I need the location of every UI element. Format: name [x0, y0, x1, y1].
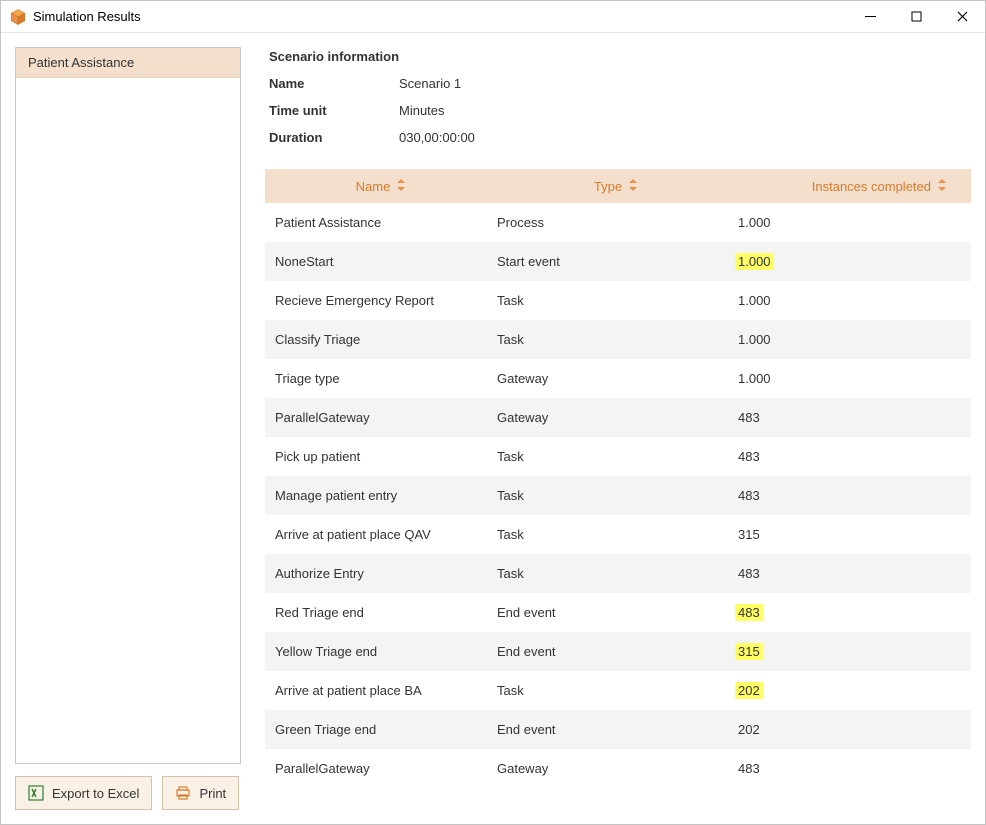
cell-instances: 1.000 [735, 370, 971, 387]
table-row[interactable]: Manage patient entryTask483 [265, 476, 971, 515]
export-label: Export to Excel [52, 786, 139, 801]
table-row[interactable]: NoneStartStart event1.000 [265, 242, 971, 281]
sort-icon [628, 179, 638, 194]
cell-name: NoneStart [265, 254, 497, 269]
cell-instances: 483 [735, 565, 971, 582]
table-row[interactable]: Green Triage endEnd event202 [265, 710, 971, 749]
cell-type: Process [497, 215, 735, 230]
cell-name: Arrive at patient place QAV [265, 527, 497, 542]
cell-instances: 1.000 [735, 253, 971, 270]
cell-type: Task [497, 449, 735, 464]
minimize-button[interactable] [847, 1, 893, 32]
cell-type: End event [497, 644, 735, 659]
cell-name: Recieve Emergency Report [265, 293, 497, 308]
table-row[interactable]: Yellow Triage endEnd event315 [265, 632, 971, 671]
cell-name: Green Triage end [265, 722, 497, 737]
col-type-label: Type [594, 179, 622, 194]
cell-type: Task [497, 293, 735, 308]
cell-instances: 483 [735, 604, 971, 621]
table-row[interactable]: Triage typeGateway1.000 [265, 359, 971, 398]
cell-type: Task [497, 527, 735, 542]
scenario-duration-value: 030,00:00:00 [399, 124, 971, 151]
table-row[interactable]: Classify TriageTask1.000 [265, 320, 971, 359]
cell-name: Pick up patient [265, 449, 497, 464]
scenario-name-value: Scenario 1 [399, 70, 971, 97]
cell-name: Classify Triage [265, 332, 497, 347]
results-grid-header: Name Type Instances completed [265, 169, 971, 203]
cell-instances: 202 [735, 721, 971, 738]
cell-type: End event [497, 605, 735, 620]
cell-instances: 202 [735, 682, 971, 699]
table-row[interactable]: ParallelGatewayGateway483 [265, 749, 971, 788]
cell-type: Task [497, 566, 735, 581]
maximize-button[interactable] [893, 1, 939, 32]
column-header-name[interactable]: Name [265, 179, 497, 194]
scenario-info-table: Name Scenario 1 Time unit Minutes Durati… [269, 70, 971, 151]
scenario-name-label: Name [269, 70, 399, 97]
scenario-info-heading: Scenario information [269, 49, 971, 64]
table-row[interactable]: Patient AssistanceProcess1.000 [265, 203, 971, 242]
table-row[interactable]: Red Triage endEnd event483 [265, 593, 971, 632]
cell-instances: 1.000 [735, 214, 971, 231]
tree-item-selected[interactable]: Patient Assistance [16, 48, 240, 78]
excel-icon [28, 785, 44, 801]
table-row[interactable]: ParallelGatewayGateway483 [265, 398, 971, 437]
cell-type: Gateway [497, 371, 735, 386]
cell-instances: 1.000 [735, 331, 971, 348]
cell-name: Yellow Triage end [265, 644, 497, 659]
cell-instances: 483 [735, 409, 971, 426]
cell-name: Arrive at patient place BA [265, 683, 497, 698]
cell-instances: 1.000 [735, 292, 971, 309]
cell-instances: 483 [735, 760, 971, 777]
cell-instances: 483 [735, 448, 971, 465]
cell-instances: 315 [735, 526, 971, 543]
col-name-label: Name [356, 179, 391, 194]
export-to-excel-button[interactable]: Export to Excel [15, 776, 152, 810]
table-row[interactable]: Authorize EntryTask483 [265, 554, 971, 593]
scenario-timeunit-value: Minutes [399, 97, 971, 124]
cell-type: End event [497, 722, 735, 737]
cell-name: Authorize Entry [265, 566, 497, 581]
cell-name: Manage patient entry [265, 488, 497, 503]
cell-type: Task [497, 332, 735, 347]
cell-name: Red Triage end [265, 605, 497, 620]
cell-type: Task [497, 488, 735, 503]
cell-instances: 315 [735, 643, 971, 660]
window-title: Simulation Results [33, 9, 141, 24]
col-instances-label: Instances completed [812, 179, 931, 194]
app-icon [9, 8, 27, 26]
column-header-type[interactable]: Type [497, 179, 735, 194]
window-controls [847, 1, 985, 32]
title-bar: Simulation Results [1, 1, 985, 33]
cell-type: Start event [497, 254, 735, 269]
table-row[interactable]: Recieve Emergency ReportTask1.000 [265, 281, 971, 320]
results-grid-body: Patient AssistanceProcess1.000NoneStartS… [265, 203, 971, 788]
cell-name: Patient Assistance [265, 215, 497, 230]
print-button[interactable]: Print [162, 776, 239, 810]
cell-name: Triage type [265, 371, 497, 386]
scenario-duration-label: Duration [269, 124, 399, 151]
table-row[interactable]: Pick up patientTask483 [265, 437, 971, 476]
cell-type: Gateway [497, 410, 735, 425]
close-button[interactable] [939, 1, 985, 32]
scenario-timeunit-label: Time unit [269, 97, 399, 124]
cell-type: Task [497, 683, 735, 698]
printer-icon [175, 785, 191, 801]
scenario-tree[interactable]: Patient Assistance [15, 47, 241, 764]
cell-instances: 483 [735, 487, 971, 504]
print-label: Print [199, 786, 226, 801]
column-header-instances[interactable]: Instances completed [735, 179, 971, 194]
table-row[interactable]: Arrive at patient place QAVTask315 [265, 515, 971, 554]
cell-name: ParallelGateway [265, 761, 497, 776]
sort-icon [937, 179, 947, 194]
table-row[interactable]: Arrive at patient place BATask202 [265, 671, 971, 710]
sort-icon [396, 179, 406, 194]
cell-name: ParallelGateway [265, 410, 497, 425]
cell-type: Gateway [497, 761, 735, 776]
